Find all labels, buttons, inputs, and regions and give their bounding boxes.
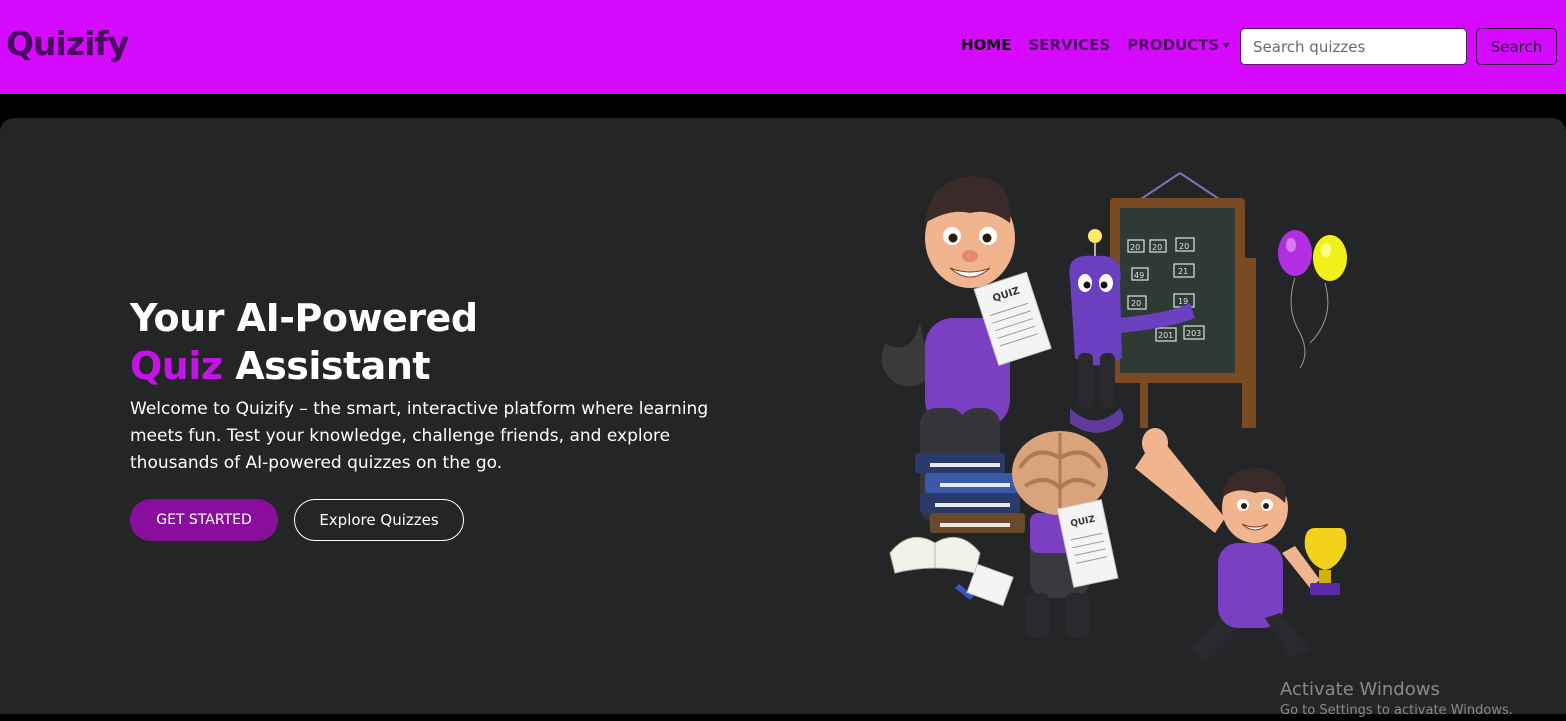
board-number-1: 20 <box>1130 243 1140 252</box>
search-button[interactable]: Search <box>1476 28 1557 65</box>
board-number-9: 203 <box>1186 329 1201 338</box>
hero-illustration: 20 20 20 49 21 20 19 201 203 QUIZ QUIZ <box>881 172 1347 663</box>
nav-products[interactable]: PRODUCTS <box>1127 36 1231 54</box>
chevron-down-icon <box>1222 43 1231 48</box>
nav-links: HOME SERVICES PRODUCTS <box>961 36 1231 54</box>
headline-accent: Quiz <box>130 344 223 388</box>
board-number-6: 20 <box>1131 299 1141 308</box>
board-number-3: 20 <box>1179 242 1189 251</box>
board-number-5: 21 <box>1178 267 1188 276</box>
headline-line-1: Your AI-Powered <box>130 296 478 340</box>
nav-services[interactable]: SERVICES <box>1028 36 1110 54</box>
chalkboard: 20 20 20 49 21 20 19 201 203 <box>1110 172 1256 428</box>
headline-line-2: Assistant <box>222 344 431 388</box>
watermark-title: Activate Windows <box>1280 679 1440 700</box>
windows-activation-watermark: Activate Windows Go to Settings to activ… <box>1280 679 1513 721</box>
get-started-button[interactable]: GET STARTED <box>130 499 278 541</box>
hero-headline: Your AI-Powered Quiz Assistant <box>130 294 478 390</box>
brand-logo[interactable]: Quizify <box>6 24 129 63</box>
hero-description: Welcome to Quizify – the smart, interact… <box>130 399 709 473</box>
explore-quizzes-button[interactable]: Explore Quizzes <box>294 499 464 541</box>
board-number-2: 20 <box>1152 243 1162 252</box>
navbar: Quizify HOME SERVICES PRODUCTS Search <box>0 0 1566 94</box>
search-input[interactable] <box>1240 28 1467 65</box>
student-character <box>1135 428 1347 663</box>
nav-home[interactable]: HOME <box>961 36 1011 54</box>
brain-character: QUIZ <box>1012 431 1119 638</box>
balloons <box>1278 230 1347 369</box>
board-number-4: 49 <box>1134 271 1144 280</box>
book-stack <box>889 453 1025 607</box>
watermark-subtitle: Go to Settings to activate Windows. <box>1280 703 1513 718</box>
nav-products-label: PRODUCTS <box>1127 36 1220 54</box>
hero-section: Your AI-Powered Quiz Assistant Welcome to… <box>0 118 1566 714</box>
board-number-8: 201 <box>1158 331 1173 340</box>
